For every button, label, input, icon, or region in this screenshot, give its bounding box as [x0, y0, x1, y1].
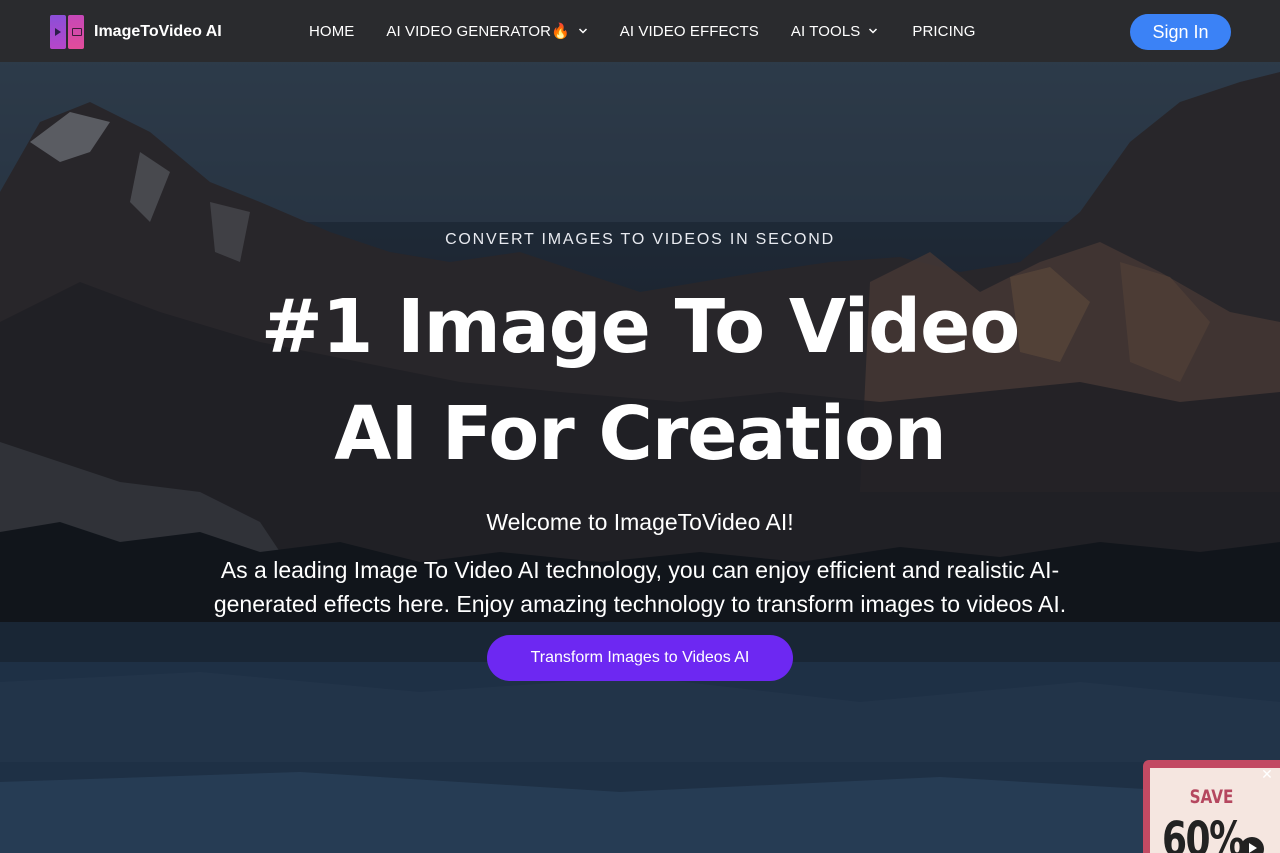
- nav-pricing[interactable]: PRICING: [912, 23, 975, 40]
- nav-ai-video-effects[interactable]: AI VIDEO EFFECTS: [620, 23, 759, 40]
- nav-ai-video-effects-label: AI VIDEO EFFECTS: [619, 22, 759, 40]
- hero-eyebrow: CONVERT IMAGES TO VIDEOS IN SECOND: [445, 231, 835, 248]
- film-split-icon: [50, 15, 84, 49]
- promo-save-text: SAVE: [1189, 786, 1234, 808]
- chevron-down-icon: [869, 28, 878, 34]
- sign-in-button[interactable]: Sign In: [1130, 14, 1231, 50]
- nav-ai-tools[interactable]: AI TOOLS: [791, 23, 878, 40]
- brand-logo-link[interactable]: ImageToVideo AI: [50, 15, 222, 49]
- top-navbar: ImageToVideo AI HOME AI VIDEO GENERATOR🔥…: [0, 0, 1280, 62]
- main-nav: HOME AI VIDEO GENERATOR🔥 AI VIDEO EFFECT…: [309, 0, 976, 62]
- nav-ai-tools-label: AI TOOLS: [790, 22, 861, 40]
- hero-title-line-2: AI For Creation: [334, 391, 946, 477]
- nav-ai-video-generator[interactable]: AI VIDEO GENERATOR🔥: [386, 22, 587, 40]
- nav-pricing-label: PRICING: [912, 22, 976, 40]
- transform-images-button[interactable]: Transform Images to Videos AI: [487, 635, 793, 681]
- hero-welcome: Welcome to ImageToVideo AI!: [486, 509, 794, 535]
- nav-home-label: HOME: [309, 22, 355, 40]
- chevron-down-icon: [578, 28, 587, 34]
- hero-description: As a leading Image To Video AI technolog…: [213, 557, 1067, 617]
- hero-title-line-1: #1 Image To Video: [260, 284, 1020, 370]
- nav-home[interactable]: HOME: [309, 23, 354, 40]
- promo-percent: 60%: [1162, 812, 1245, 853]
- close-icon[interactable]: ✕: [1259, 766, 1275, 782]
- brand-name: ImageToVideo AI: [94, 23, 222, 40]
- nav-ai-video-generator-label: AI VIDEO GENERATOR🔥: [386, 23, 570, 40]
